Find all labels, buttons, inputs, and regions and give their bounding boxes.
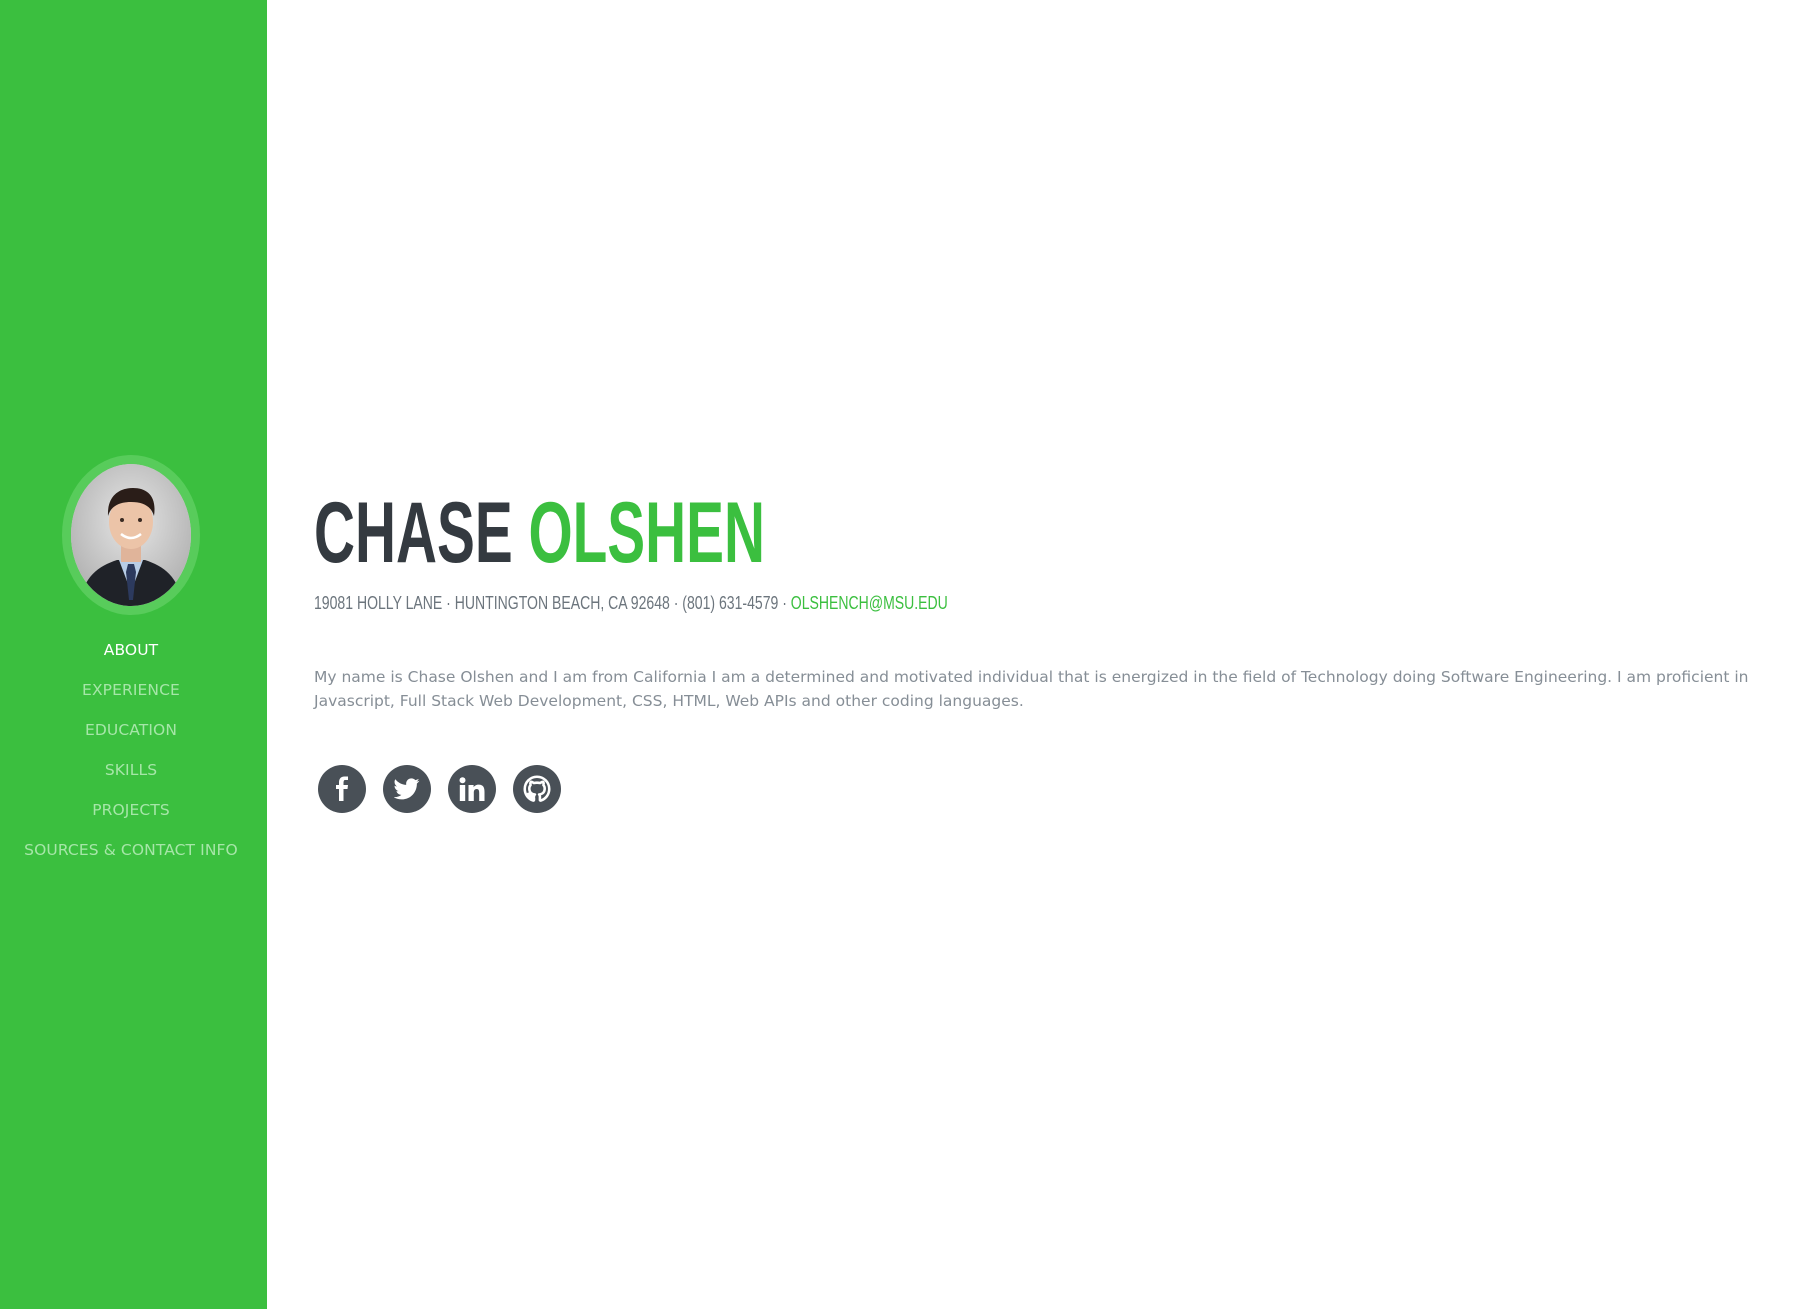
github-link[interactable] [513,765,561,813]
sidebar: About Experience Education Skills Projec… [0,0,267,1309]
twitter-icon [394,778,420,800]
page-title: CHASE OLSHEN [314,490,765,576]
avatar [71,464,191,606]
bio-text: My name is Chase Olshen and I am from Ca… [314,668,1749,710]
github-icon [523,775,551,802]
contact-line: 19081 Holly Lane · Huntington Beach, CA … [314,592,948,614]
twitter-link[interactable] [383,765,431,813]
nav-menu: About Experience Education Skills Projec… [0,630,262,870]
first-name: CHASE [314,485,513,581]
nav-item-experience[interactable]: Experience [0,670,262,710]
facebook-icon [336,776,348,801]
linkedin-link[interactable] [448,765,496,813]
social-icons [318,765,561,813]
nav-item-about[interactable]: About [0,630,262,670]
facebook-link[interactable] [318,765,366,813]
nav-item-projects[interactable]: Projects [0,790,262,830]
address-text: 19081 Holly Lane · Huntington Beach, CA … [314,593,791,613]
nav-item-sources-contact[interactable]: Sources & Contact Info [0,830,262,870]
last-name: OLSHEN [528,485,765,581]
nav-item-skills[interactable]: Skills [0,750,262,790]
linkedin-icon [459,777,485,801]
profile-photo [71,464,191,606]
avatar-frame [62,455,200,615]
email-link[interactable]: olshench@msu.edu [791,593,948,613]
nav-item-education[interactable]: Education [0,710,262,750]
